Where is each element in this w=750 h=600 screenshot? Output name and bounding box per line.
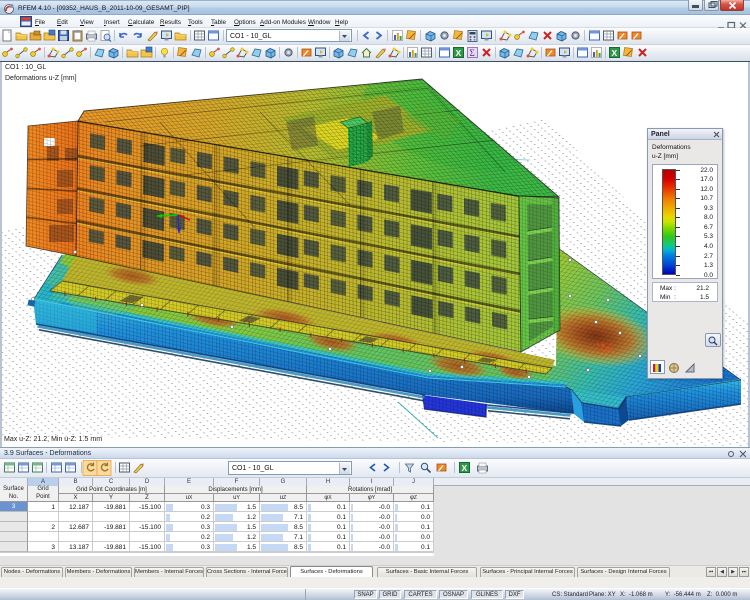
svg-text:X: X <box>462 463 468 473</box>
